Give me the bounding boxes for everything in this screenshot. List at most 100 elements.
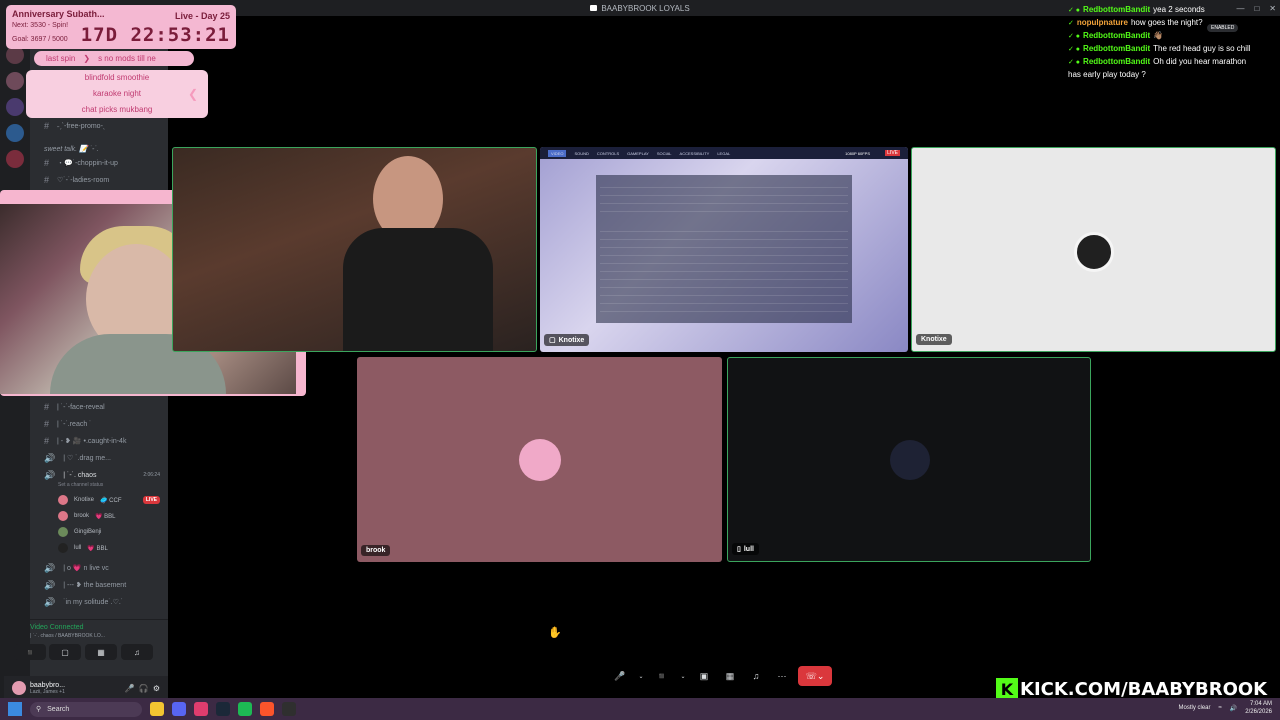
video-tile-brook[interactable]: brook (357, 357, 722, 562)
subathon-goal: Goal: 3697 / 5000 (12, 36, 68, 43)
screen-share-icon: ▢ (549, 337, 556, 344)
video-tile-screenshare[interactable]: VIDEO SOUND CONTROLS GAMEPLAY SOCIAL ACC… (540, 147, 908, 352)
settings-row (600, 259, 848, 264)
chat-message: ✓ ● RedbottomBandit 👋🏽 (1068, 31, 1164, 40)
more-options-button[interactable]: ⋯ (772, 666, 792, 686)
participant-name-tag: Knotixe (916, 334, 952, 345)
mic-options-chevron-icon[interactable]: ⌄ (636, 666, 646, 686)
discord-app-icon[interactable] (172, 702, 186, 716)
voice-channel-basement[interactable]: 🔊 | ‐‐‐ ❥ the basement (44, 578, 126, 592)
headset-icon[interactable]: 🎧 (139, 684, 149, 693)
last-spin-banner: last spin ❯ s no mods till ne (34, 51, 194, 66)
chat-message-wrap: has early play today ? (1068, 70, 1146, 79)
activities-button[interactable]: ▦ (85, 644, 117, 660)
settings-row (600, 183, 848, 188)
hash-icon: # (44, 158, 50, 168)
mouse-cursor-icon: ✋ (548, 627, 562, 639)
taskbar-search[interactable]: ⚲ Search (30, 701, 142, 717)
settings-gear-icon[interactable]: ⚙ (153, 684, 160, 693)
game-menu-item: CONTROLS (596, 150, 620, 156)
chevron-right-icon: ❯ (83, 54, 91, 63)
game-menu-item: SOUND (574, 150, 589, 156)
avatar (58, 527, 68, 537)
game-menu-item: GAMEPLAY (627, 150, 649, 156)
category-sweet-talk[interactable]: sweet talk. 📝 ˙‐˙. (44, 145, 99, 153)
channel-status-placeholder[interactable]: Set a channel status (58, 482, 103, 488)
voice-user[interactable]: Knotixe 🥏 CCF (58, 493, 121, 507)
voice-status-panel: Video Connected | ˙‐˙. chaos / BAABYBROO… (14, 619, 168, 675)
camera-off-button[interactable]: ◾ (14, 644, 46, 660)
wifi-icon[interactable]: ≈ (1219, 705, 1222, 711)
voice-user[interactable]: lull 💗 BBL (58, 541, 108, 555)
settings-row (600, 251, 848, 256)
screen-share-button[interactable]: ▢ (49, 644, 81, 660)
clock-time: 7:04 AM (1249, 701, 1272, 707)
channel-free-promo[interactable]: # ˗ˏˋ-free-promo-ˎ (44, 119, 105, 133)
settings-row (600, 307, 848, 312)
taskbar-clock[interactable]: 7:04 AM 2/26/2026 (1245, 700, 1272, 716)
windows-start-icon[interactable] (8, 702, 22, 716)
stream-chat-overlay: ✓ ● RedbottomBandit yea 2 seconds ✓ nopulpn… (1068, 4, 1280, 81)
spotify-icon[interactable] (238, 702, 252, 716)
subathon-title: Anniversary Subath... (12, 9, 105, 19)
mic-icon[interactable]: 🎤 (125, 684, 135, 693)
voice-channel-live-vc[interactable]: 🔊 | o 💗 n live vc (44, 561, 109, 575)
server-icon[interactable] (6, 124, 24, 142)
voice-channel-solitude[interactable]: 🔊 ˙in my solitude˙.♡.˙ (44, 595, 123, 609)
live-badge: LIVE (885, 150, 900, 156)
avatar (58, 495, 68, 505)
channel-ladies-room[interactable]: # ♡˙‐˙-ladies-room (44, 173, 109, 187)
end-call-button[interactable]: ☏⌄ (798, 666, 832, 686)
username: baabybro... (30, 681, 66, 689)
avatar (1074, 232, 1114, 272)
participant-name-tag: ▯ lull (732, 543, 759, 555)
volume-icon[interactable]: 🔊 (1230, 705, 1237, 712)
file-explorer-icon[interactable] (150, 702, 164, 716)
settings-row (600, 267, 848, 272)
brave-icon[interactable] (260, 702, 274, 716)
last-spin-value: s no mods till ne (98, 54, 156, 63)
activities-button[interactable]: ▦ (720, 666, 740, 686)
soundboard-button[interactable]: ♫ (746, 666, 766, 686)
kick-url: KICK.COM/BAABYBROOK (1020, 678, 1268, 700)
settings-row (600, 283, 848, 288)
server-icon[interactable] (6, 98, 24, 116)
channel-caught-in-4k[interactable]: # | ‐ ❥ 🎥 •.caught-in-4k (44, 434, 126, 448)
user-panel: baabybro... Lazii, James +1 🎤 🎧 ⚙ (4, 676, 168, 700)
channel-face-reveal[interactable]: # | ˙‐˙-face-reveal (44, 400, 105, 414)
voice-channel-chaos[interactable]: 🔊 | ˙‐˙. chaos (44, 468, 97, 482)
participant-video (343, 148, 493, 351)
connected-channel[interactable]: | ˙‐˙. chaos / BAABYBROOK LO... (30, 633, 105, 639)
app-icon[interactable] (194, 702, 208, 716)
settings-row (600, 291, 848, 296)
camera-options-chevron-icon[interactable]: ⌄ (678, 666, 688, 686)
camera-button[interactable]: ◾ (652, 666, 672, 686)
server-icon[interactable] (6, 150, 24, 168)
voice-user[interactable]: GingiBenji (58, 525, 101, 539)
game-menu-item: VIDEO (548, 149, 567, 157)
hash-icon: # (44, 121, 50, 131)
hash-icon: 🔊 (44, 452, 56, 463)
channel-reach[interactable]: # | ˙‐˙.reach ˙ (44, 417, 92, 431)
spin-wheel-options: blindfold smoothie karaoke night chat pi… (26, 70, 208, 118)
video-tile-knotixe[interactable]: Knotixe (911, 147, 1276, 352)
server-icon[interactable] (6, 72, 24, 90)
chat-enabled-badge: ENABLED (1207, 24, 1239, 32)
settings-row (600, 235, 848, 240)
voice-user[interactable]: brook 💗 BBL (58, 509, 116, 523)
window-title: BAABYBROOK LOYALS (601, 3, 690, 13)
weather-status[interactable]: Mostly clear (1179, 705, 1211, 711)
video-tile-camera[interactable] (172, 147, 537, 352)
soundboard-button[interactable]: ♫ (121, 644, 153, 660)
microphone-button[interactable]: 🎤 (610, 666, 630, 686)
screen-share-button[interactable]: ▣ (694, 666, 714, 686)
channel-drag-me[interactable]: 🔊 | ♡ ˙.drag me... (44, 451, 111, 465)
video-tile-lull[interactable]: ▯ lull (727, 357, 1091, 562)
subathon-day: Live - Day 25 (174, 11, 230, 21)
avatar (519, 439, 561, 481)
obs-icon[interactable] (282, 702, 296, 716)
chat-message: ✓ ● RedbottomBandit Oh did you hear marath… (1068, 57, 1247, 66)
steam-icon[interactable] (216, 702, 230, 716)
channel-choppin-it-up[interactable]: # ・💬˙-choppin-it-up (44, 156, 118, 170)
avatar[interactable] (12, 681, 26, 695)
